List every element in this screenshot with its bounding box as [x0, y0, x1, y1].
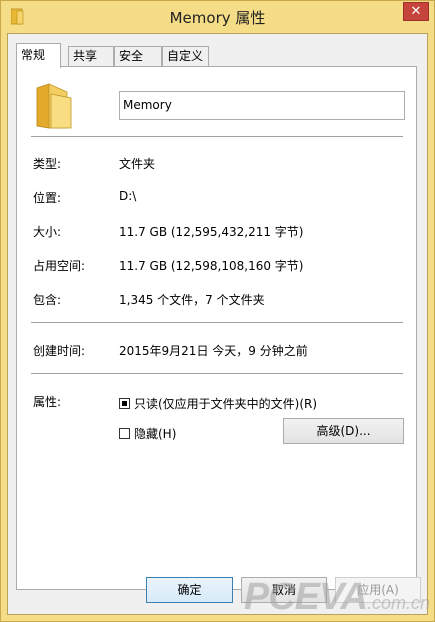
hidden-checkbox[interactable]: 隐藏(H) — [119, 425, 176, 442]
title-bar[interactable]: Memory 属性 ✕ — [1, 1, 434, 32]
window-title: Memory 属性 — [169, 9, 266, 27]
type-value: 文件夹 — [119, 157, 156, 171]
separator — [31, 373, 403, 374]
advanced-button[interactable]: 高级(D)... — [283, 418, 404, 444]
watermark-suffix: .com.cn — [366, 593, 430, 613]
watermark: PCEVA.com.cn — [244, 576, 430, 619]
tab-customize[interactable]: 自定义 — [162, 46, 209, 67]
readonly-checkbox-box[interactable] — [119, 398, 130, 409]
separator — [31, 136, 403, 137]
readonly-checkbox-label: 只读(仅应用于文件夹中的文件)(R) — [134, 397, 318, 411]
size-label: 大小: — [33, 225, 62, 239]
dialog-client: 常规 共享 安全 自定义 Memory 类型: 文件夹 位置: D:\ 大小: … — [7, 33, 428, 615]
location-value: D:\ — [119, 189, 137, 203]
watermark-main: PCEVA — [243, 576, 368, 618]
tab-sharing[interactable]: 共享 — [68, 46, 114, 67]
tab-general[interactable]: 常规 — [16, 43, 61, 68]
hidden-checkbox-label: 隐藏(H) — [134, 427, 177, 441]
created-label: 创建时间: — [33, 344, 86, 358]
readonly-checkbox[interactable]: 只读(仅应用于文件夹中的文件)(R) — [119, 395, 317, 412]
size-value: 11.7 GB (12,595,432,211 字节) — [119, 225, 304, 239]
created-value: 2015年9月21日 今天，9 分钟之前 — [119, 344, 308, 358]
contains-label: 包含: — [33, 293, 62, 307]
separator — [31, 322, 403, 323]
type-label: 类型: — [33, 157, 62, 171]
properties-window: Memory 属性 ✕ 常规 共享 安全 自定义 Memory 类型: 文件夹 … — [0, 0, 435, 622]
size-on-disk-value: 11.7 GB (12,598,108,160 字节) — [119, 259, 304, 273]
size-on-disk-label: 占用空间: — [33, 259, 86, 273]
hidden-checkbox-box[interactable] — [119, 428, 130, 439]
close-button[interactable]: ✕ — [403, 2, 429, 21]
folder-name-input[interactable]: Memory — [119, 91, 405, 120]
general-panel: Memory 类型: 文件夹 位置: D:\ 大小: 11.7 GB (12,5… — [16, 66, 417, 590]
tab-security[interactable]: 安全 — [114, 46, 162, 67]
contains-value: 1,345 个文件，7 个文件夹 — [119, 293, 265, 307]
folder-icon — [36, 83, 72, 129]
location-label: 位置: — [33, 191, 62, 205]
ok-button[interactable]: 确定 — [146, 577, 233, 603]
attributes-label: 属性: — [33, 395, 62, 409]
